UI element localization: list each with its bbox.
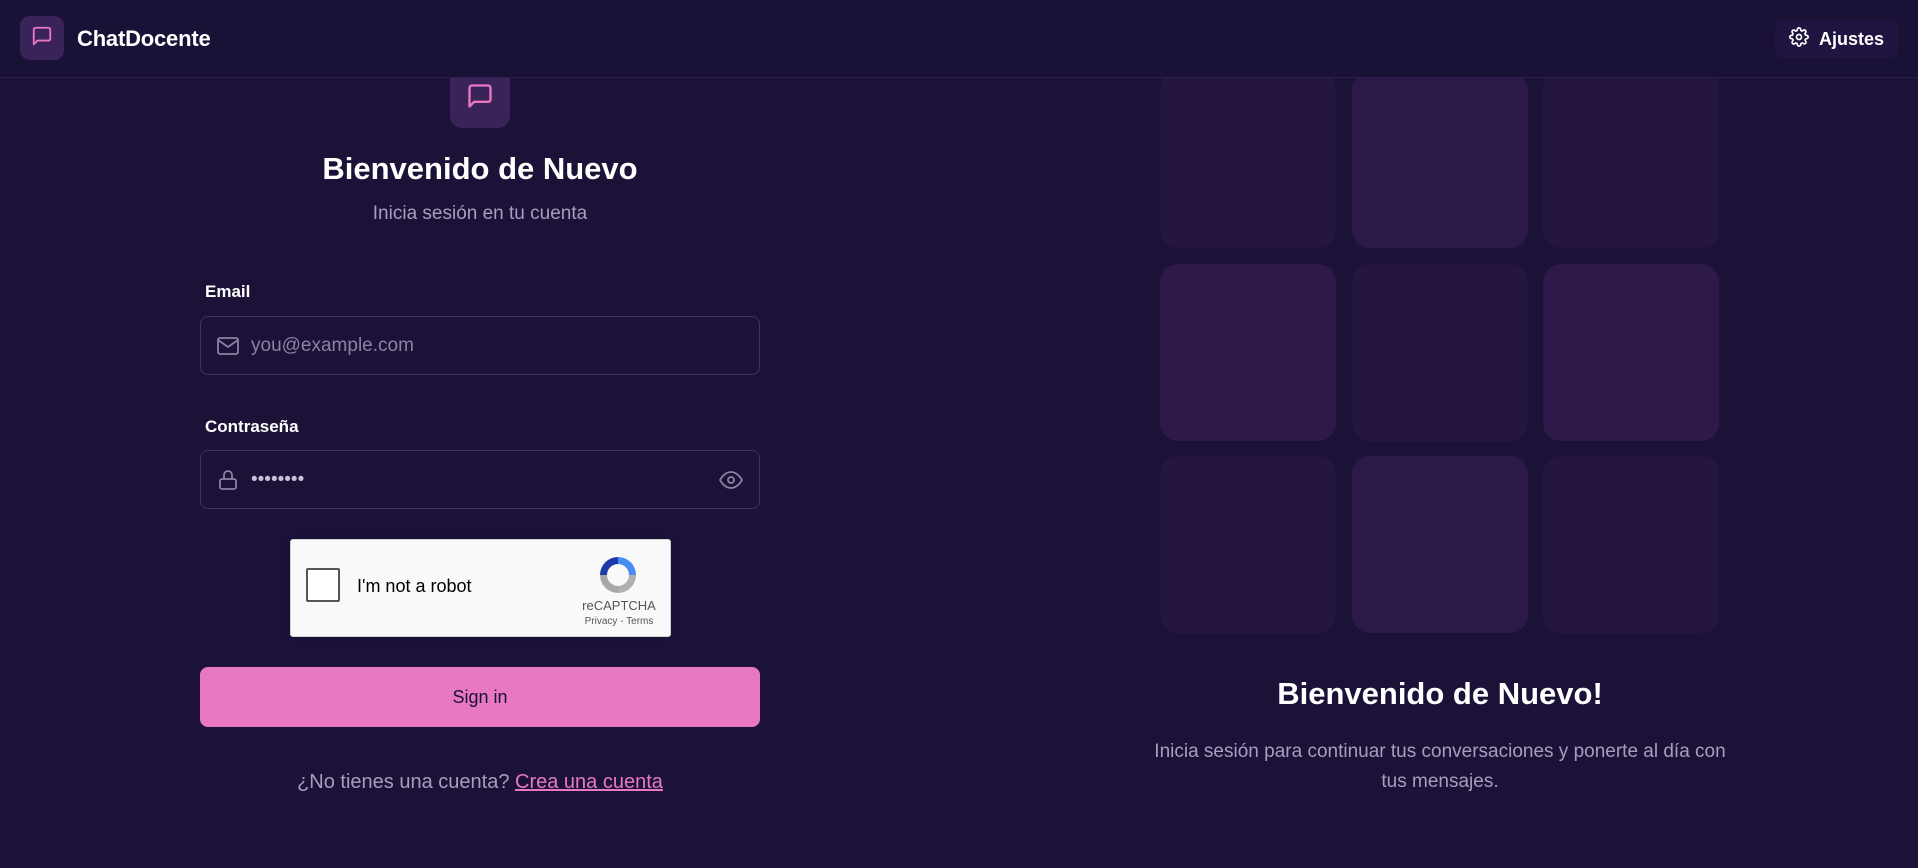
login-subtitle: Inicia sesión en tu cuenta	[372, 203, 588, 224]
create-account-link[interactable]: Crea una cuenta	[515, 771, 663, 793]
recaptcha-privacy-link[interactable]: Privacy	[585, 616, 618, 627]
settings-button[interactable]: Ajustes	[1774, 20, 1898, 58]
password-label: Contraseña	[205, 417, 299, 436]
password-field-wrapper	[200, 450, 760, 509]
decorative-tile	[1160, 72, 1336, 248]
mail-icon	[215, 333, 241, 359]
decorative-tile	[1543, 264, 1719, 441]
no-account-text: ¿No tienes una cuenta?	[297, 771, 510, 793]
email-field-wrapper	[200, 316, 760, 375]
chat-bubble-icon	[31, 25, 53, 52]
recaptcha-logo-icon	[596, 553, 640, 597]
recaptcha-separator: -	[617, 616, 627, 627]
gear-icon	[1789, 26, 1809, 52]
decorative-tile	[1352, 456, 1528, 633]
decorative-tile	[1543, 72, 1719, 248]
email-label: Email	[205, 282, 251, 301]
recaptcha-label: I'm not a robot	[357, 576, 472, 596]
eye-icon[interactable]	[717, 466, 745, 494]
app-name[interactable]: ChatDocente	[77, 26, 211, 52]
recaptcha-links: Privacy - Terms	[576, 616, 662, 627]
password-field[interactable]	[251, 451, 717, 508]
lock-icon	[215, 467, 241, 493]
welcome-text: Inicia sesión para continuar tus convers…	[1154, 741, 1726, 792]
decorative-tile	[1160, 456, 1336, 633]
chat-bubble-icon	[466, 82, 494, 115]
app-logo[interactable]	[20, 16, 64, 60]
sign-in-button[interactable]: Sign in	[200, 667, 760, 727]
login-title: Bienvenido de Nuevo	[322, 151, 638, 186]
recaptcha-brand: reCAPTCHA	[582, 598, 656, 613]
decorative-tile	[1352, 72, 1528, 248]
recaptcha-checkbox[interactable]	[306, 568, 340, 602]
email-field[interactable]	[251, 317, 759, 374]
recaptcha-terms-link[interactable]: Terms	[626, 616, 653, 627]
decorative-tile	[1160, 264, 1336, 441]
decorative-tile	[1352, 264, 1528, 441]
settings-label: Ajustes	[1818, 28, 1884, 49]
signup-prompt: ¿No tienes una cuenta? Crea una cuenta	[200, 771, 760, 794]
welcome-title: Bienvenido de Nuevo!	[1277, 676, 1603, 711]
top-header: ChatDocente Ajustes	[0, 0, 1918, 78]
decorative-tile	[1543, 456, 1719, 633]
recaptcha-widget: I'm not a robot reCAPTCHA Privacy - Term…	[290, 539, 671, 637]
